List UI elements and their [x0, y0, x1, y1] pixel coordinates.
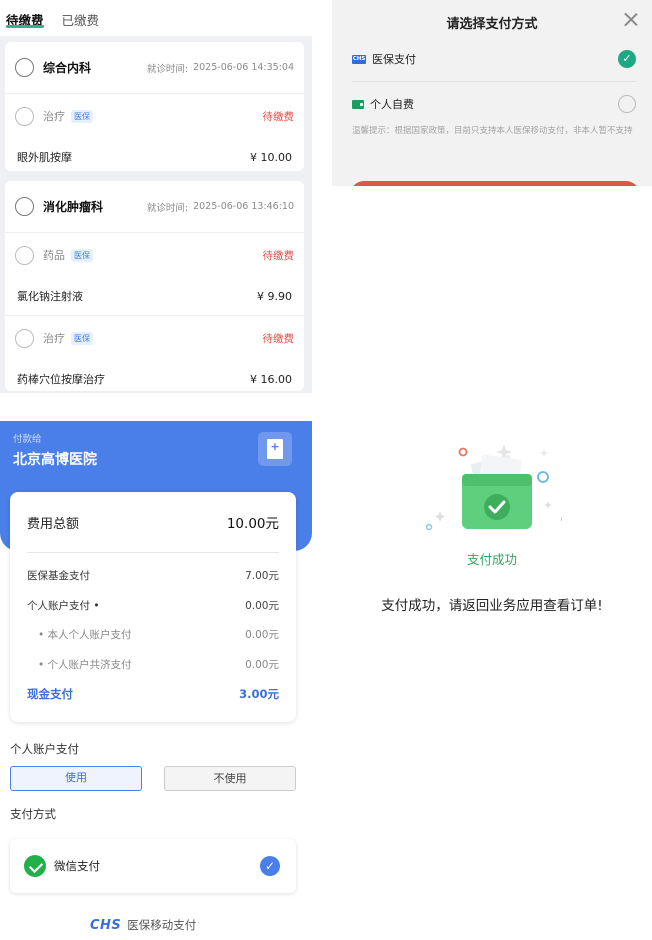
- check-icon: ✓: [618, 50, 636, 68]
- confirm-button[interactable]: [350, 181, 640, 186]
- success-status: 支付成功: [466, 552, 517, 567]
- option-self-pay[interactable]: 个人自费: [352, 84, 636, 124]
- visit-time-label: 就诊时间:: [146, 202, 189, 214]
- tab-unpaid[interactable]: 待缴费: [6, 0, 44, 29]
- item-name: 药棒穴位按摩治疗: [17, 373, 105, 386]
- sheet-title: 请选择支付方式: [446, 17, 538, 32]
- item-name: 氯化钠注射液: [17, 290, 83, 303]
- hospital-name: 北京高博医院: [13, 452, 97, 468]
- payment-detail-panel: 付款给 北京高博医院 费用总额 10.00元 医保基金支付 7.00元 个人账户…: [0, 421, 312, 940]
- fund-pay-row: 医保基金支付 7.00元: [10, 561, 296, 591]
- chs-icon: CHS: [352, 54, 366, 64]
- personal-account-row: 个人账户支付 • 0.00元: [10, 591, 296, 621]
- row-label: 现金支付: [27, 686, 73, 701]
- status-badge: 待缴费: [262, 332, 295, 345]
- select-item-radio[interactable]: [15, 328, 34, 348]
- item-type: 治疗: [43, 110, 65, 123]
- select-item-radio[interactable]: [15, 106, 34, 126]
- row-label: 个人账户支付 •: [27, 599, 100, 612]
- option-insurance-pay[interactable]: CHS 医保支付 ✓: [352, 39, 636, 79]
- insurance-badge: 医保: [71, 248, 93, 262]
- row-label: • 本人个人账户支付: [38, 629, 132, 642]
- chs-logo: CHS: [90, 917, 122, 933]
- item-name: 眼外肌按摩: [17, 151, 72, 164]
- pay-to-label: 付款给: [13, 434, 42, 445]
- select-item-radio[interactable]: [15, 245, 34, 265]
- item-price: ¥ 16.00: [250, 372, 292, 386]
- success-message: 支付成功，请返回业务应用查看订单!: [381, 598, 603, 614]
- divider: [352, 81, 636, 82]
- item-type: 治疗: [43, 332, 65, 345]
- wechat-pay-option[interactable]: 微信支付 ✓: [10, 839, 296, 893]
- insurance-badge: 医保: [71, 109, 93, 123]
- own-account-row: • 本人个人账户支付 0.00元: [10, 620, 296, 650]
- personal-account-label: 个人账户支付: [10, 742, 79, 756]
- fee-summary-card: 费用总额 10.00元 医保基金支付 7.00元 个人账户支付 • 0.00元 …: [10, 492, 296, 722]
- visit-time-label: 就诊时间:: [146, 63, 189, 75]
- total-value: 10.00元: [226, 516, 279, 532]
- cash-pay-row: 现金支付 3.00元: [10, 679, 296, 709]
- payment-success-panel: 支付成功 支付成功，请返回业务应用查看订单!: [332, 421, 652, 940]
- row-label: • 个人账户共济支付: [38, 658, 132, 671]
- bill-tabs: 待缴费 已缴费: [0, 0, 312, 36]
- row-label: 医保基金支付: [27, 570, 90, 583]
- bill-card: 综合内科 就诊时间: 2025-06-06 14:35:04 治疗 医保 待缴费…: [5, 42, 304, 171]
- tab-paid[interactable]: 已缴费: [62, 0, 100, 29]
- select-department-radio[interactable]: [15, 58, 34, 77]
- department-name: 综合内科: [43, 61, 92, 75]
- row-value: 7.00元: [245, 570, 279, 583]
- status-badge: 待缴费: [262, 249, 295, 262]
- item-price: ¥ 10.00: [250, 150, 292, 164]
- bill-card: 消化肿瘤科 就诊时间: 2025-06-06 13:46:10 药品 医保 待缴…: [5, 181, 304, 391]
- option-label: 个人自费: [370, 98, 414, 111]
- unpaid-bills-panel: 待缴费 已缴费 综合内科 就诊时间: 2025-06-06 14:35:04 治…: [0, 0, 312, 393]
- wechat-icon: [24, 855, 46, 877]
- row-value: 3.00元: [239, 686, 279, 701]
- visit-time: 2025-06-06 13:46:10: [193, 201, 294, 212]
- not-use-account-button[interactable]: 不使用: [164, 766, 296, 791]
- use-account-button[interactable]: 使用: [10, 766, 142, 791]
- close-icon[interactable]: [624, 12, 638, 26]
- policy-tip: 温馨提示：根据国家政策，目前只支持本人医保移动支付，非本人暂不支持: [352, 126, 633, 136]
- insurance-badge: 医保: [71, 331, 93, 345]
- pay-method-sheet: 请选择支付方式 CHS 医保支付 ✓ 个人自费 温馨提示：根据国家政策，目前只支…: [332, 0, 652, 186]
- row-value: 0.00元: [245, 599, 279, 612]
- pay-method-label: 支付方式: [10, 807, 56, 821]
- wechat-label: 微信支付: [54, 859, 100, 873]
- row-value: 0.00元: [245, 658, 279, 671]
- select-department-radio[interactable]: [15, 197, 34, 216]
- item-type: 药品: [43, 249, 65, 262]
- hospital-icon: [258, 432, 292, 466]
- wallet-icon: [352, 99, 364, 109]
- check-icon: ✓: [260, 856, 280, 876]
- department-name: 消化肿瘤科: [43, 200, 104, 214]
- total-label: 费用总额: [27, 516, 80, 532]
- brand-text: 医保移动支付: [127, 918, 197, 932]
- option-label: 医保支付: [372, 53, 416, 66]
- shared-account-row: • 个人账户共济支付 0.00元: [10, 650, 296, 680]
- wallet-success-illustration: [425, 444, 562, 531]
- item-price: ¥ 9.90: [257, 289, 292, 303]
- status-badge: 待缴费: [262, 110, 295, 123]
- visit-time: 2025-06-06 14:35:04: [193, 62, 294, 73]
- brand-footer: CHS 医保移动支付: [90, 917, 196, 933]
- row-value: 0.00元: [245, 629, 279, 642]
- unselected-radio[interactable]: [618, 95, 636, 113]
